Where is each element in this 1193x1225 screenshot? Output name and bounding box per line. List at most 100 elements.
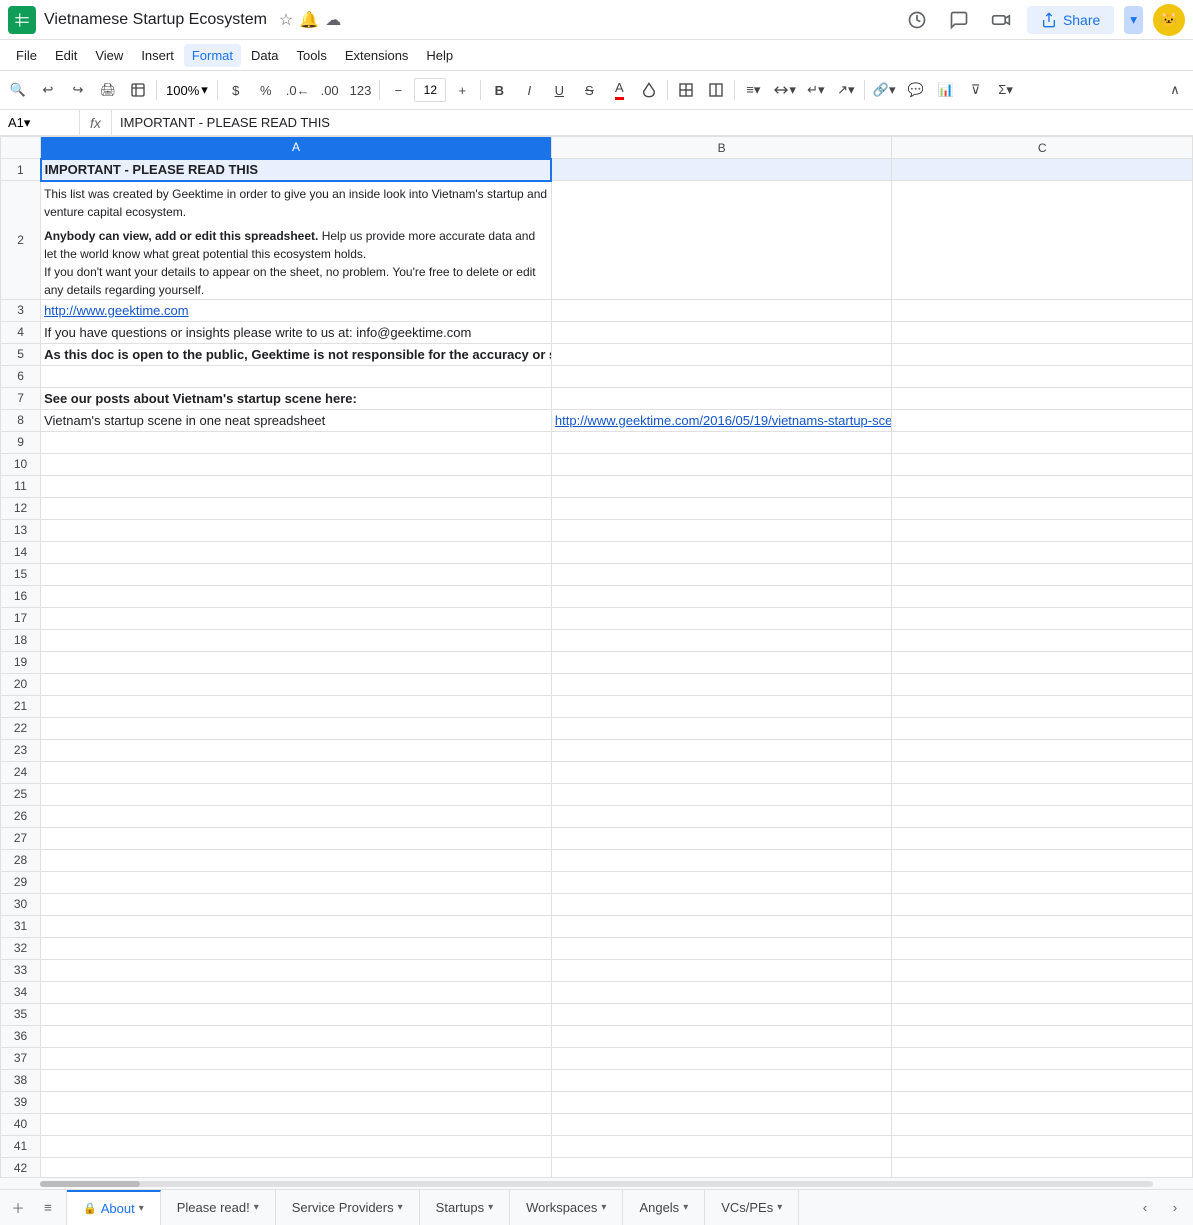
cell-3-A[interactable]: http://www.geektime.com	[41, 299, 552, 321]
cell-14-B[interactable]	[551, 541, 892, 563]
row-header-15[interactable]: 15	[1, 563, 41, 585]
cell-13-C[interactable]	[892, 519, 1193, 541]
cell-19-B[interactable]	[551, 651, 892, 673]
cell-9-C[interactable]	[892, 431, 1193, 453]
cell-34-B[interactable]	[551, 981, 892, 1003]
increase-font-button[interactable]: +	[448, 76, 476, 104]
cell-19-A[interactable]	[41, 651, 552, 673]
sheet-tab-angels[interactable]: Angels▾	[623, 1190, 705, 1225]
collapse-toolbar-button[interactable]: ∧	[1161, 76, 1189, 104]
redo-button[interactable]: ↪	[64, 76, 92, 104]
cell-35-C[interactable]	[892, 1003, 1193, 1025]
cell-9-B[interactable]	[551, 431, 892, 453]
cell-7-C[interactable]	[892, 387, 1193, 409]
cell-14-C[interactable]	[892, 541, 1193, 563]
menu-insert[interactable]: Insert	[133, 44, 182, 67]
cell-26-A[interactable]	[41, 805, 552, 827]
cell-2-B[interactable]	[551, 181, 892, 300]
cell-27-C[interactable]	[892, 827, 1193, 849]
insert-chart-button[interactable]: 📊	[932, 76, 960, 104]
cell-28-C[interactable]	[892, 849, 1193, 871]
horizontal-scrollbar[interactable]	[0, 1177, 1193, 1189]
comments-button[interactable]	[943, 4, 975, 36]
row-header-40[interactable]: 40	[1, 1113, 41, 1135]
sheet-tab-please-read-[interactable]: Please read!▾	[161, 1190, 276, 1225]
meet-button[interactable]	[985, 4, 1017, 36]
cell-27-A[interactable]	[41, 827, 552, 849]
currency-button[interactable]: $	[222, 76, 250, 104]
col-header-b[interactable]: B	[551, 137, 892, 159]
menu-help[interactable]: Help	[418, 44, 461, 67]
row-header-4[interactable]: 4	[1, 321, 41, 343]
cell-41-B[interactable]	[551, 1135, 892, 1157]
cell-37-A[interactable]	[41, 1047, 552, 1069]
star-icon[interactable]: ☆	[279, 10, 293, 30]
print-button[interactable]: 🖨	[94, 76, 122, 104]
search-button[interactable]: 🔍	[4, 76, 32, 104]
row-header-8[interactable]: 8	[1, 409, 41, 431]
sheet-tab-workspaces[interactable]: Workspaces▾	[510, 1190, 623, 1225]
sheet-tab-vcs-pes[interactable]: VCs/PEs▾	[705, 1190, 799, 1225]
row-header-1[interactable]: 1	[1, 159, 41, 181]
cell-20-C[interactable]	[892, 673, 1193, 695]
cell-8-C[interactable]	[892, 409, 1193, 431]
cell-1-A[interactable]: IMPORTANT - PLEASE READ THIS	[41, 159, 552, 181]
font-size-display[interactable]: 12	[414, 78, 446, 102]
row-header-41[interactable]: 41	[1, 1135, 41, 1157]
cell-30-B[interactable]	[551, 893, 892, 915]
wrap-button[interactable]: ↵▾	[802, 76, 830, 104]
row-header-19[interactable]: 19	[1, 651, 41, 673]
cell-4-B[interactable]	[551, 321, 892, 343]
cell-11-A[interactable]	[41, 475, 552, 497]
cell-34-C[interactable]	[892, 981, 1193, 1003]
cell-36-C[interactable]	[892, 1025, 1193, 1047]
row-header-13[interactable]: 13	[1, 519, 41, 541]
cell-18-A[interactable]	[41, 629, 552, 651]
row-header-29[interactable]: 29	[1, 871, 41, 893]
cell-12-A[interactable]	[41, 497, 552, 519]
menu-extensions[interactable]: Extensions	[337, 44, 417, 67]
cell-25-A[interactable]	[41, 783, 552, 805]
cell-30-A[interactable]	[41, 893, 552, 915]
rotate-button[interactable]: ↗▾	[832, 76, 860, 104]
row-header-26[interactable]: 26	[1, 805, 41, 827]
cell-33-A[interactable]	[41, 959, 552, 981]
row-header-37[interactable]: 37	[1, 1047, 41, 1069]
add-sheet-button[interactable]: ＋	[4, 1194, 32, 1222]
cell-4-C[interactable]	[892, 321, 1193, 343]
row-header-9[interactable]: 9	[1, 431, 41, 453]
cell-16-B[interactable]	[551, 585, 892, 607]
cell-31-B[interactable]	[551, 915, 892, 937]
cell-3-C[interactable]	[892, 299, 1193, 321]
cell-9-A[interactable]	[41, 431, 552, 453]
cell-35-A[interactable]	[41, 1003, 552, 1025]
cell-11-B[interactable]	[551, 475, 892, 497]
undo-button[interactable]: ↩	[34, 76, 62, 104]
cell-31-A[interactable]	[41, 915, 552, 937]
menu-data[interactable]: Data	[243, 44, 286, 67]
row-header-34[interactable]: 34	[1, 981, 41, 1003]
cell-12-B[interactable]	[551, 497, 892, 519]
cell-23-B[interactable]	[551, 739, 892, 761]
cell-2-A[interactable]: This list was created by Geektime in ord…	[41, 181, 552, 300]
cell-31-C[interactable]	[892, 915, 1193, 937]
corner-header[interactable]	[1, 137, 41, 159]
row-header-28[interactable]: 28	[1, 849, 41, 871]
cell-24-B[interactable]	[551, 761, 892, 783]
align-button[interactable]: ≡▾	[739, 76, 767, 104]
cell-37-C[interactable]	[892, 1047, 1193, 1069]
cloud-icon[interactable]: ☁	[325, 10, 341, 30]
cell-29-C[interactable]	[892, 871, 1193, 893]
decrease-decimals-button[interactable]: .0←	[282, 76, 314, 104]
scroll-tabs-right[interactable]: ›	[1161, 1194, 1189, 1222]
cell-28-A[interactable]	[41, 849, 552, 871]
menu-edit[interactable]: Edit	[47, 44, 85, 67]
sheet-tab-startups[interactable]: Startups▾	[420, 1190, 510, 1225]
cell-34-A[interactable]	[41, 981, 552, 1003]
row-header-31[interactable]: 31	[1, 915, 41, 937]
cell-25-B[interactable]	[551, 783, 892, 805]
row-header-11[interactable]: 11	[1, 475, 41, 497]
cell-33-C[interactable]	[892, 959, 1193, 981]
menu-view[interactable]: View	[87, 44, 131, 67]
cell-39-A[interactable]	[41, 1091, 552, 1113]
